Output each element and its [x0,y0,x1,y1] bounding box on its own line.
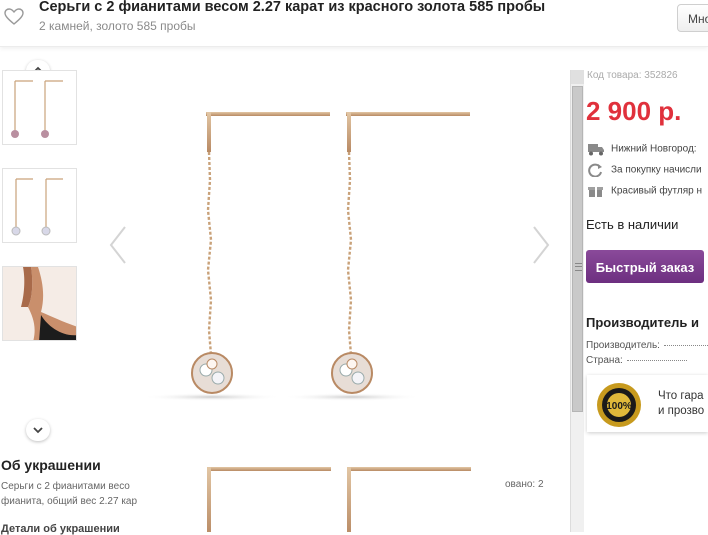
country-row: Страна: [586,355,708,366]
delivery-row[interactable]: Нижний Новгород: [587,142,697,158]
about-text: Серьги с 2 фианитами весо фианита, общий… [1,481,138,507]
about-title: Об украшении [1,457,101,473]
stock-status: Есть в наличии [586,217,679,232]
guarantee-line-2: и прозво [658,405,705,417]
gift-text: Красивый футляр н [611,185,702,197]
heart-icon[interactable] [4,8,24,26]
delivery-text: Нижний Новгород: [611,143,697,155]
bonus-row[interactable]: За покупку начисли [587,163,702,179]
guarantee-block[interactable]: 100% Что гара и прозво [587,375,708,432]
country-label: Страна: [586,355,623,366]
product-secondary-image [207,467,471,532]
bonus-text: За покупку начисли [611,164,702,176]
details-heading: Детали об украшении [1,523,120,535]
product-main-image [142,112,470,401]
product-subtitle: 2 камней, золото 585 пробы [39,19,196,33]
about-text-continued: овано: 2 [505,479,544,490]
svg-text:100%: 100% [606,401,632,412]
earrings-thumbnail-image [11,178,63,236]
product-code: Код товара: 352826 [587,70,678,81]
scroll-thumb[interactable] [572,86,583,412]
guarantee-line-1: Что гара [658,390,704,402]
gift-row[interactable]: Красивый футляр н [587,184,702,200]
truck-icon [588,144,604,156]
thumbnail-1[interactable] [2,70,77,145]
seal-100-icon: 100% [597,383,641,427]
product-title: Серьги с 2 фианитами весом 2.27 карат из… [39,0,546,15]
thumbnails-down-button[interactable] [26,419,50,441]
more-button[interactable]: Мно [677,4,708,32]
earrings-thumbnail-image [11,80,63,138]
grip-icon [575,263,582,271]
refresh-icon [588,163,602,177]
scrollbar[interactable] [570,70,584,532]
thumbnail-3[interactable] [2,266,77,341]
product-header: Серьги с 2 фианитами весом 2.27 карат из… [0,0,708,47]
manufacturer-row: Производитель: [586,340,708,351]
chevron-down-icon [33,427,43,434]
product-price: 2 900 р. [586,96,682,126]
quick-order-button[interactable]: Быстрый заказ [586,250,704,283]
thumbnail-2[interactable] [2,168,77,243]
manufacturer-title: Производитель и [586,315,699,330]
model-thumbnail-image [3,267,76,340]
scroll-up-button[interactable] [571,70,584,84]
gift-icon [588,187,603,197]
manufacturer-label: Производитель: [586,340,660,351]
guarantee-text: Что гара и прозво [658,389,704,419]
